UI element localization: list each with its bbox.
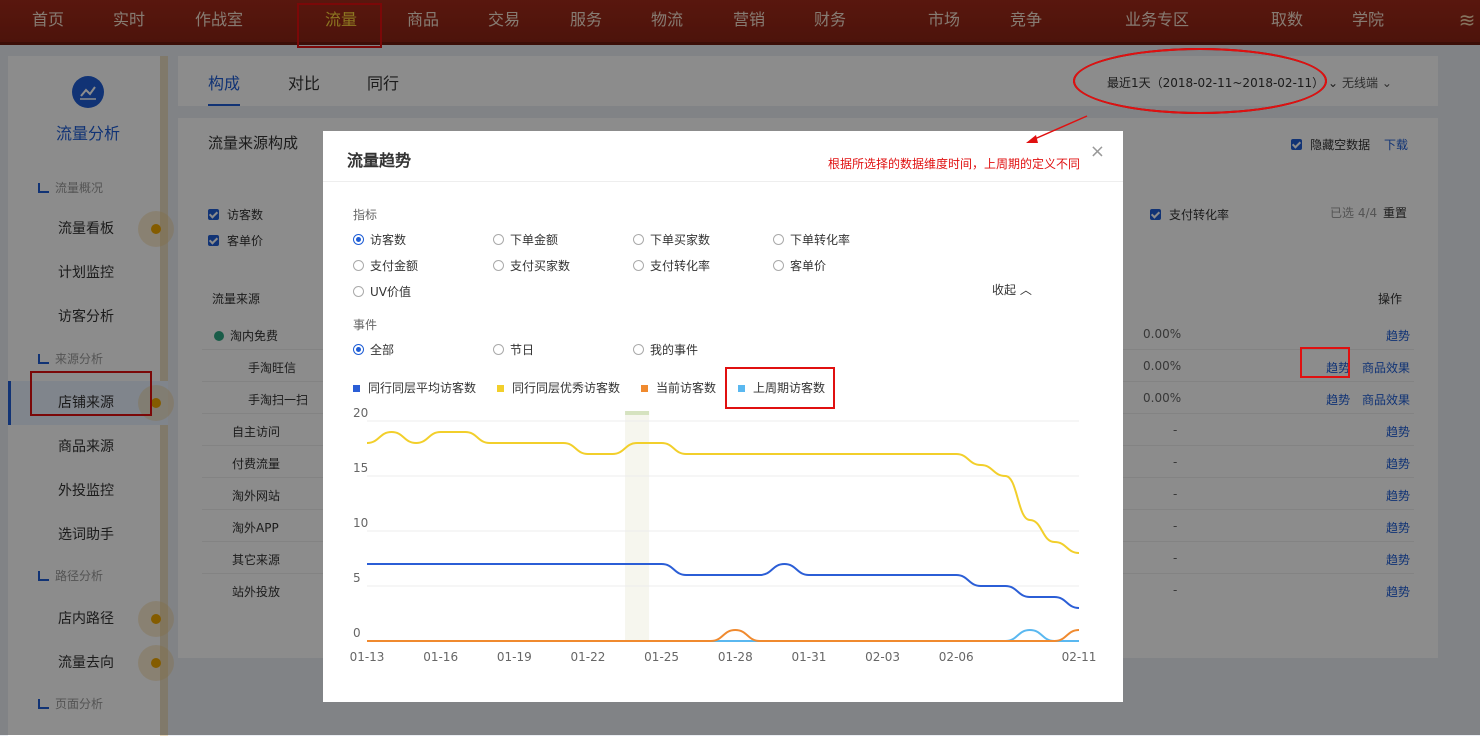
x-tick-label: 01-25 <box>644 650 679 664</box>
x-tick-label: 01-28 <box>718 650 753 664</box>
y-tick-label: 10 <box>353 516 368 530</box>
x-tick-label: 01-22 <box>571 650 606 664</box>
x-tick-label: 01-31 <box>791 650 826 664</box>
hover-band-marker <box>625 411 650 415</box>
x-tick-label: 01-19 <box>497 650 532 664</box>
traffic-trend-modal: 流量趋势 根据所选择的数据维度时间，上周期的定义不同 × 指标 访客数 下单金额… <box>323 131 1123 702</box>
hover-band <box>625 415 650 641</box>
series-line-1 <box>366 430 1080 554</box>
date-range-highlight-front <box>1073 48 1327 114</box>
y-tick-label: 20 <box>353 406 368 420</box>
x-tick-label: 02-11 <box>1062 650 1097 664</box>
series-line-2 <box>367 628 1080 642</box>
traffic-trend-chart[interactable]: 0 5 10 15 20 01-13 01-16 01-19 01-22 01-25 01-28 01… <box>323 131 1123 702</box>
x-tick-label: 01-13 <box>350 650 385 664</box>
y-tick-label: 15 <box>353 461 368 475</box>
y-tick-label: 0 <box>353 626 361 640</box>
x-tick-label: 02-03 <box>865 650 900 664</box>
trend-link-highlight <box>1300 347 1350 378</box>
x-tick-label: 02-06 <box>939 650 974 664</box>
y-tick-label: 5 <box>353 571 361 585</box>
x-tick-label: 01-16 <box>423 650 458 664</box>
